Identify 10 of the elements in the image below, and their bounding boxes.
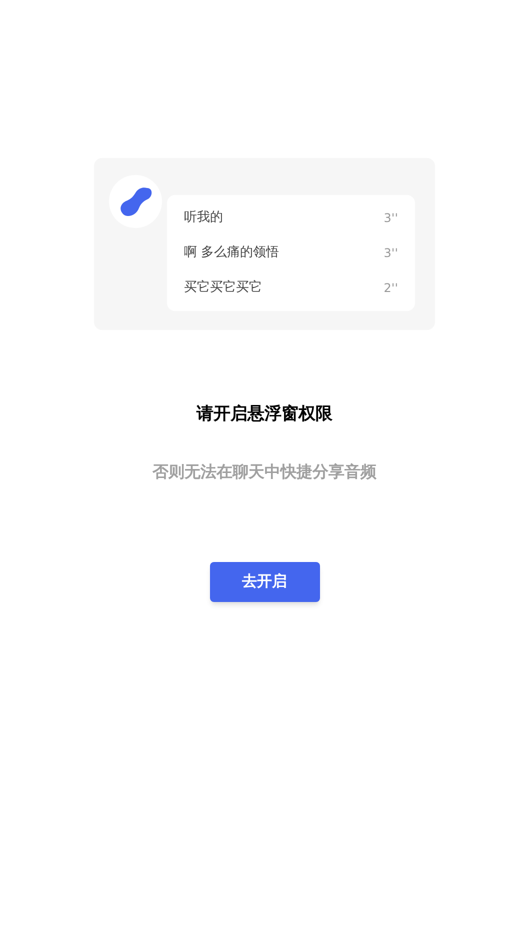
permission-title: 请开启悬浮窗权限 (196, 403, 332, 426)
message-text: 啊 多么痛的领悟 (184, 244, 280, 262)
blob-icon (118, 186, 152, 218)
message-duration: 3'' (384, 245, 398, 262)
permission-subtitle: 否则无法在聊天中快捷分享音频 (152, 460, 376, 482)
message-text: 买它买它买它 (184, 279, 262, 298)
message-text: 听我的 (184, 209, 223, 228)
message-duration: 3'' (384, 210, 398, 227)
message-duration: 2'' (384, 280, 398, 297)
enable-button[interactable]: 去开启 (210, 562, 320, 602)
